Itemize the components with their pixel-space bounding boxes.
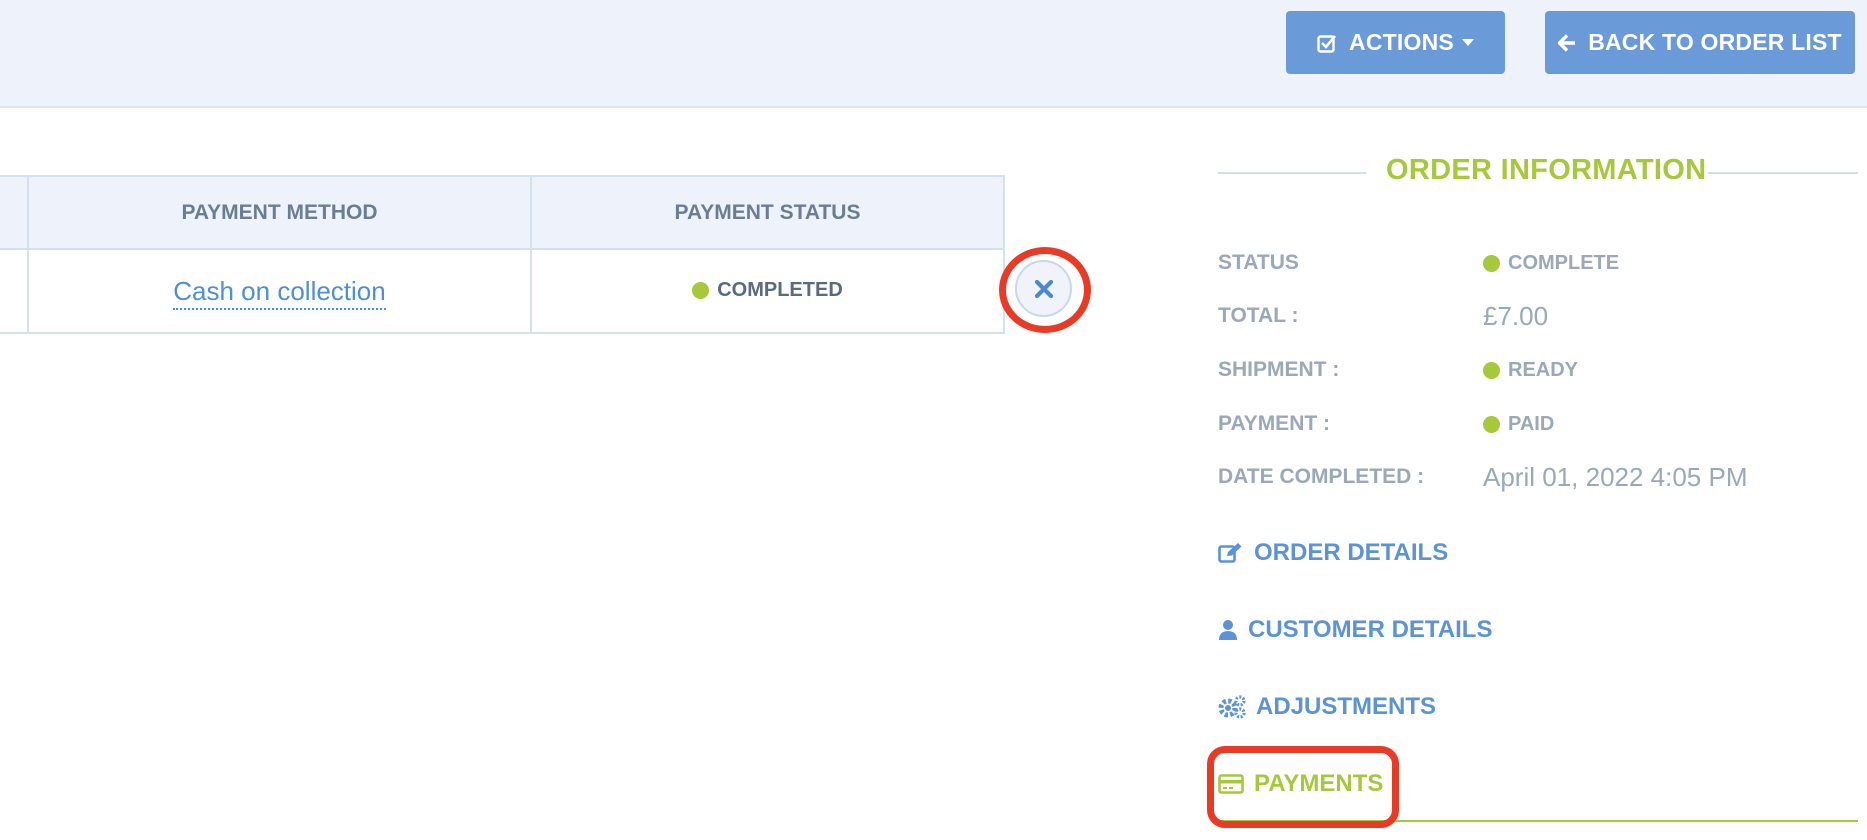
adjustments-label: ADJUSTMENTS — [1256, 693, 1437, 720]
sidebar-item-customer-details[interactable]: CUSTOMER DETAILS — [1218, 616, 1492, 644]
shipment-value: READY — [1483, 359, 1578, 382]
order-information-title: ORDER INFORMATION — [1386, 154, 1707, 186]
gears-icon — [1218, 695, 1246, 719]
highlight-ring-remove — [999, 247, 1091, 333]
total-label: TOTAL : — [1218, 304, 1299, 327]
arrow-left-icon — [1558, 33, 1576, 52]
divider — [1708, 172, 1858, 174]
column-header-payment-status: PAYMENT STATUS — [530, 175, 1005, 250]
actions-button[interactable]: ACTIONS — [1286, 11, 1505, 74]
user-icon — [1219, 620, 1237, 640]
status-label: STATUS — [1218, 251, 1299, 274]
back-to-order-list-button[interactable]: BACK TO ORDER LIST — [1545, 11, 1855, 74]
column-header-payment-method: PAYMENT METHOD — [27, 175, 532, 250]
customer-details-label: CUSTOMER DETAILS — [1248, 616, 1493, 643]
date-completed-label: DATE COMPLETED : — [1218, 465, 1425, 488]
payment-label: PAYMENT : — [1218, 412, 1331, 435]
payment-value-text: PAID — [1508, 412, 1555, 435]
check-square-icon — [1317, 34, 1337, 53]
caret-down-icon — [1461, 39, 1474, 46]
status-dot — [1483, 254, 1500, 272]
payment-status-badge: COMPLETED — [692, 279, 843, 302]
total-value: £7.00 — [1483, 300, 1549, 331]
status-dot — [1483, 361, 1500, 379]
status-value-text: COMPLETE — [1508, 251, 1620, 274]
sidebar-item-adjustments[interactable]: ADJUSTMENTS — [1218, 693, 1436, 721]
column-header-truncated — [0, 175, 29, 250]
table-cell-truncated — [0, 248, 29, 334]
back-label: BACK TO ORDER LIST — [1588, 29, 1842, 55]
payment-method-link[interactable]: Cash on collection — [173, 275, 386, 310]
top-toolbar: ACTIONS BACK TO ORDER LIST — [0, 0, 1867, 108]
table-row: Cash on collection COMPLETED — [0, 248, 1005, 334]
status-dot — [692, 281, 710, 299]
shipment-label: SHIPMENT : — [1218, 358, 1340, 381]
highlight-box-payments — [1207, 746, 1399, 828]
payment-method-cell: Cash on collection — [27, 248, 532, 334]
sidebar-item-order-details[interactable]: ORDER DETAILS — [1218, 539, 1448, 567]
status-dot — [1483, 415, 1500, 433]
date-completed-value: April 01, 2022 4:05 PM — [1483, 461, 1748, 492]
edit-icon — [1218, 543, 1242, 563]
table-header-row: PAYMENT METHOD PAYMENT STATUS — [0, 175, 1005, 250]
order-information-header: ORDER INFORMATION — [1218, 150, 1858, 194]
divider — [1218, 172, 1366, 174]
actions-label: ACTIONS — [1349, 29, 1454, 55]
payments-table: PAYMENT METHOD PAYMENT STATUS Cash on co… — [0, 175, 1005, 334]
order-details-label: ORDER DETAILS — [1254, 539, 1449, 566]
payment-value: PAID — [1483, 413, 1554, 436]
status-value: COMPLETE — [1483, 252, 1619, 275]
payment-status-cell: COMPLETED — [530, 248, 1005, 334]
payment-status-text: COMPLETED — [717, 278, 843, 301]
shipment-value-text: READY — [1508, 358, 1579, 381]
